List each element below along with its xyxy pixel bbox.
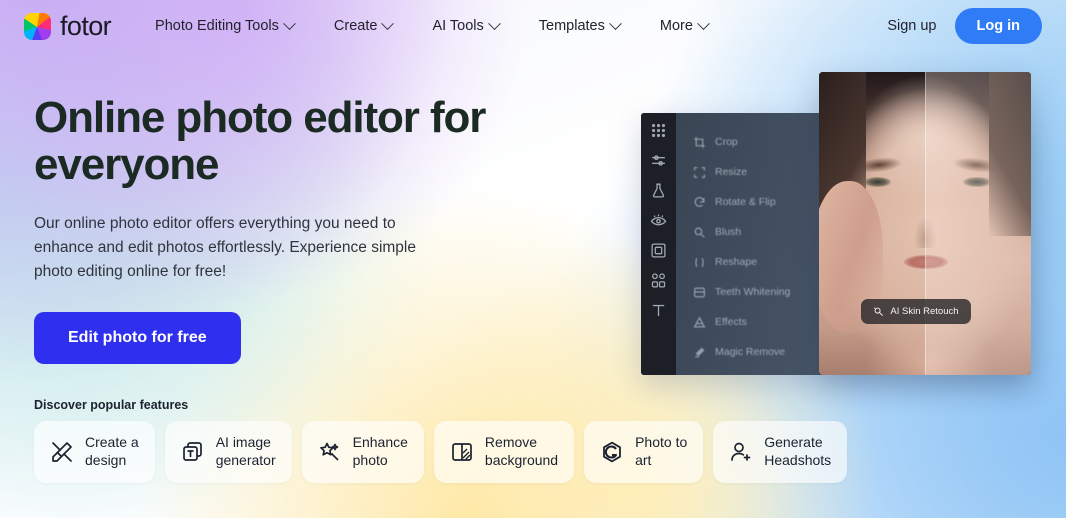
feature-card-label: AI image generator <box>215 434 276 468</box>
popular-features-section: Discover popular features Create a desig… <box>34 398 1044 483</box>
image-stack-icon <box>181 440 205 464</box>
blush-icon <box>693 226 706 239</box>
feature-card-enhance-photo[interactable]: Enhance photo <box>301 421 424 483</box>
background-split-icon <box>450 440 474 464</box>
page-root: fotor Photo Editing Tools Create AI Tool… <box>0 0 1066 518</box>
sign-up-link[interactable]: Sign up <box>887 18 936 34</box>
feature-card-label: Create a design <box>85 434 139 468</box>
main-nav: Photo Editing Tools Create AI Tools Temp… <box>135 12 728 40</box>
ai-skin-retouch-badge: AI Skin Retouch <box>861 298 971 324</box>
nav-item-more[interactable]: More <box>640 12 728 40</box>
user-plus-icon <box>729 440 753 464</box>
teeth-icon <box>693 286 706 299</box>
eye-retouch-icon <box>650 212 667 229</box>
adjust-sliders-icon <box>650 152 667 169</box>
feature-card-label: Photo to art <box>635 434 688 468</box>
editor-tool-rail <box>641 113 676 375</box>
feature-card-create-a-design[interactable]: Create a design <box>34 421 155 483</box>
editor-menu-label: Blush <box>715 226 742 238</box>
retouch-split-overlay <box>925 72 1031 375</box>
page-title: Online photo editor for everyone <box>34 93 486 190</box>
header-actions: Sign up Log in <box>887 8 1042 44</box>
editor-menu-label: Magic Remove <box>715 346 786 358</box>
editor-menu-label: Reshape <box>715 256 758 268</box>
chevron-down-icon <box>283 16 296 30</box>
editor-menu-label: Rotate & Flip <box>715 196 776 208</box>
nav-item-create[interactable]: Create <box>314 12 413 40</box>
magic-remove-icon <box>693 346 706 359</box>
reshape-icon <box>693 256 706 269</box>
edit-photo-for-free-button[interactable]: Edit photo for free <box>34 312 241 365</box>
chevron-down-icon <box>697 16 710 30</box>
magic-wand-sparkle-icon <box>318 440 342 464</box>
editor-menu-label: Resize <box>715 166 748 178</box>
chevron-down-icon <box>381 16 395 30</box>
nav-label: More <box>659 18 693 34</box>
nav-label: AI Tools <box>432 18 484 34</box>
editor-menu-label: Teeth Whitening <box>715 286 791 298</box>
resize-icon <box>693 166 706 179</box>
pencil-ruler-icon <box>50 440 74 464</box>
feature-card-list: Create a design AI image generator Enhan… <box>34 421 1044 483</box>
beauty-flask-icon <box>650 182 667 199</box>
editor-menu-label: Effects <box>715 316 747 328</box>
nav-label: Photo Editing Tools <box>155 18 279 34</box>
brand-logo[interactable]: fotor <box>24 10 112 42</box>
feature-card-label: Remove background <box>484 434 559 468</box>
grid-templates-icon <box>650 122 667 139</box>
feature-card-label: Generate Headshots <box>764 434 832 468</box>
nav-label: Templates <box>538 18 605 34</box>
hero-section: Online photo editor for everyone Our onl… <box>34 93 554 365</box>
feature-card-remove-background[interactable]: Remove background <box>433 421 575 483</box>
sticker-icon <box>650 272 667 289</box>
hexagon-art-icon <box>600 440 624 464</box>
site-header: fotor Photo Editing Tools Create AI Tool… <box>0 0 1066 52</box>
frame-icon <box>650 242 667 259</box>
nav-item-photo-editing-tools[interactable]: Photo Editing Tools <box>135 12 314 40</box>
feature-card-label: Enhance photo <box>352 434 408 468</box>
feature-card-generate-headshots[interactable]: Generate Headshots <box>713 421 848 483</box>
nav-label: Create <box>333 18 378 34</box>
nav-item-ai-tools[interactable]: AI Tools <box>412 12 518 40</box>
chevron-down-icon <box>608 16 622 30</box>
chevron-down-icon <box>487 16 501 30</box>
feature-card-photo-to-art[interactable]: Photo to art <box>584 421 704 483</box>
portrait-preview: AI Skin Retouch <box>819 72 1031 375</box>
nav-item-templates[interactable]: Templates <box>519 12 640 40</box>
text-icon <box>650 302 667 319</box>
hero-subtitle: Our online photo editor offers everythin… <box>34 215 416 281</box>
feature-card-ai-image-generator[interactable]: AI image generator <box>164 421 292 483</box>
crop-icon <box>693 136 706 149</box>
features-heading: Discover popular features <box>34 398 189 412</box>
rotate-icon <box>693 196 706 209</box>
effects-icon <box>693 315 706 329</box>
log-in-button[interactable]: Log in <box>954 8 1042 44</box>
editor-menu-label: Crop <box>715 136 738 148</box>
skin-retouch-icon <box>873 306 884 317</box>
fotor-pinwheel-logo <box>24 12 51 40</box>
logo-wordmark: fotor <box>60 10 112 41</box>
badge-label: AI Skin Retouch <box>890 305 959 317</box>
